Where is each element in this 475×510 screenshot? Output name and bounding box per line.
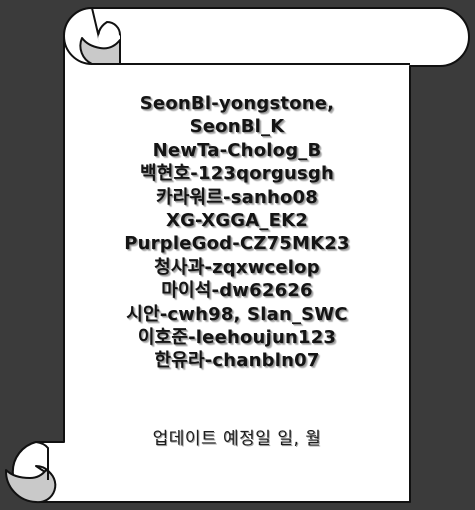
credit-line: XG-XGGA_EK2 <box>166 210 308 232</box>
credit-line: PurpleGod-CZ75MK23 <box>124 233 350 255</box>
credit-line: 시안-cwh98, Slan_SWC <box>126 303 348 325</box>
credits-list: SeonBl-yongstone, SeonBl_K NewTa-Cholog_… <box>72 92 402 373</box>
credit-line: 한유라-chanbln07 <box>154 350 320 372</box>
update-schedule-text: 업데이트 예정일 일, 월 <box>152 429 322 449</box>
credit-line: 청사과-zqxwcelop <box>154 256 320 278</box>
credit-line: 카라워르-sanho08 <box>155 186 318 208</box>
credit-line: 백현호-123qorgusgh <box>140 163 334 185</box>
credit-line: 마이석-dw62626 <box>161 280 313 302</box>
credit-line: NewTa-Cholog_B <box>152 139 322 161</box>
credit-line: SeonBl_K <box>189 116 285 138</box>
credit-line: SeonBl-yongstone, <box>139 93 335 114</box>
credit-line: 이호준-leehoujun123 <box>137 327 337 349</box>
